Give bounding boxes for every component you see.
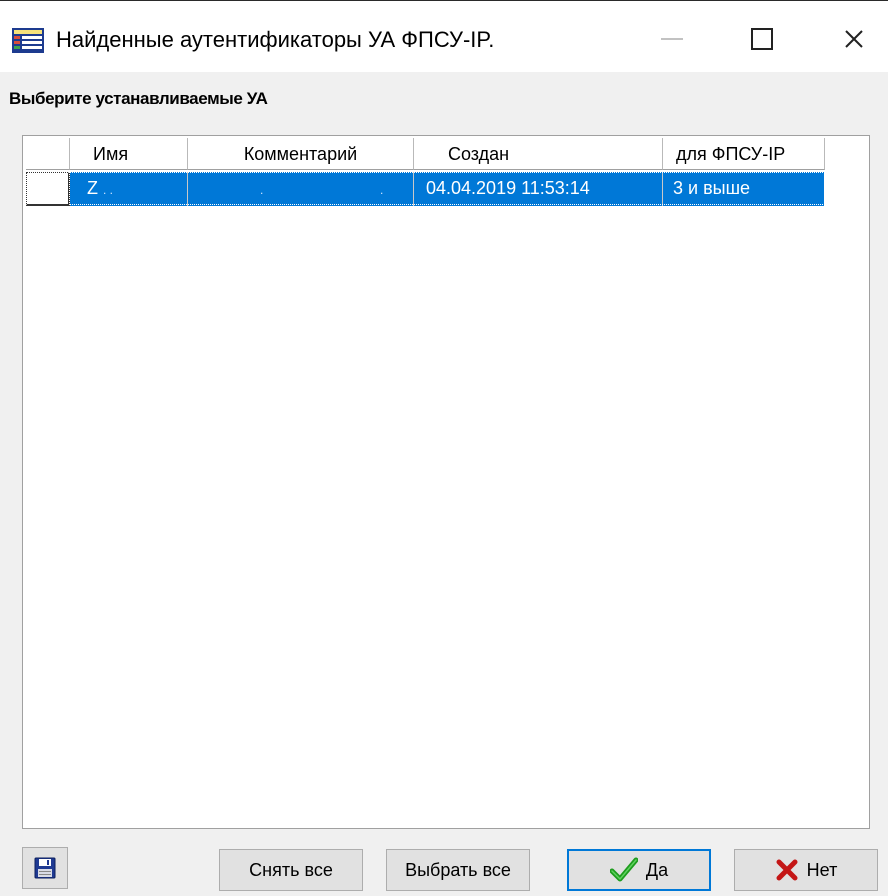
save-button[interactable] [22, 847, 68, 889]
checkmark-icon [609, 857, 638, 882]
minimize-icon [661, 38, 683, 40]
minimize-button[interactable] [640, 15, 704, 63]
table-list-icon [12, 28, 44, 53]
dialog-body: Выберите устанавливаемые УА Имя Коммента… [0, 72, 888, 896]
cell-comment[interactable]: . . [188, 172, 414, 206]
close-button[interactable] [822, 15, 886, 63]
x-mark-icon [776, 859, 798, 881]
cell-name[interactable]: Z . . [70, 172, 188, 206]
clear-all-label: Снять все [249, 859, 333, 880]
column-header-fpsu[interactable]: для ФПСУ-IP [663, 138, 825, 170]
cell-name-text: Z [87, 178, 98, 198]
title-bar: Найденные аутентификаторы УА ФПСУ-IP. [0, 0, 888, 73]
authenticators-grid[interactable]: Имя Комментарий Создан для ФПСУ-IP Z . .… [22, 135, 870, 829]
column-header-created[interactable]: Создан [414, 138, 663, 170]
cell-created[interactable]: 04.04.2019 11:53:14 [414, 172, 663, 206]
row-checkbox[interactable] [26, 172, 70, 206]
close-icon [845, 30, 863, 48]
yes-label: Да [645, 859, 669, 880]
cell-fpsu[interactable]: 3 и выше [663, 172, 825, 206]
select-all-button[interactable]: Выбрать все [386, 849, 530, 891]
select-all-label: Выбрать все [405, 859, 511, 880]
column-header-comment[interactable]: Комментарий [188, 138, 414, 170]
column-header-name[interactable]: Имя [70, 138, 188, 170]
table-row[interactable]: Z . . . . 04.04.2019 11:53:14 3 и выше [26, 172, 825, 206]
yes-button[interactable]: Да [567, 849, 711, 891]
window-title: Найденные аутентификаторы УА ФПСУ-IP. [56, 27, 495, 52]
maximize-button[interactable] [730, 15, 794, 63]
section-label: Выберите устанавливаемые УА [9, 89, 268, 108]
column-header-select[interactable] [26, 138, 70, 170]
floppy-disk-icon [34, 857, 56, 879]
no-button[interactable]: Нет [734, 849, 878, 891]
no-label: Нет [806, 859, 838, 880]
clear-all-button[interactable]: Снять все [219, 849, 363, 891]
maximize-icon [751, 28, 773, 50]
